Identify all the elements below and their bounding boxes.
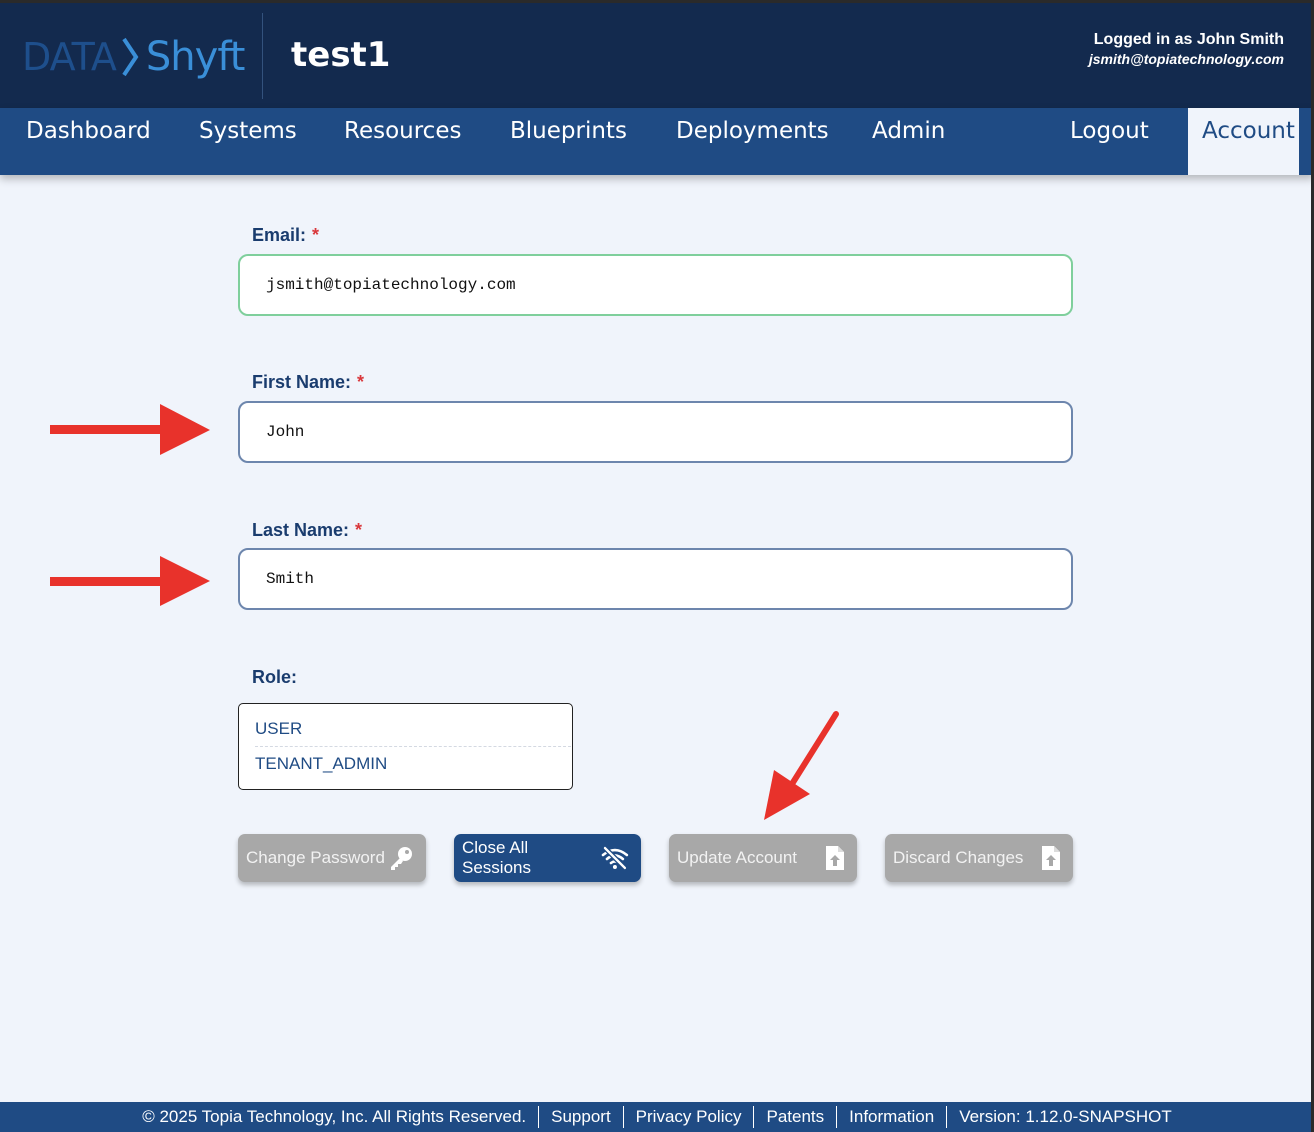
nav-account[interactable]: Account [1188, 108, 1299, 175]
footer-patents-link[interactable]: Patents [766, 1107, 824, 1127]
logged-in-as: Logged in as John Smith [1093, 31, 1284, 48]
footer-privacy-link[interactable]: Privacy Policy [636, 1107, 742, 1127]
footer-separator [836, 1106, 838, 1128]
footer-separator [753, 1106, 755, 1128]
role-option-separator [255, 746, 571, 747]
nav-systems[interactable]: Systems [199, 108, 297, 175]
first-name-field[interactable] [238, 401, 1073, 463]
wifi-slash-icon [601, 846, 629, 870]
last-name-label: Last Name: * [252, 520, 362, 541]
logo-chevron-icon [122, 37, 139, 77]
datashyft-logo[interactable]: DATA Shyft [22, 31, 245, 83]
nav-dashboard[interactable]: Dashboard [26, 108, 151, 175]
footer-separator [622, 1106, 624, 1128]
email-required-mark: * [312, 225, 320, 245]
user-info: Logged in as John Smith jsmith@topiatech… [1089, 31, 1284, 67]
email-label: Email: * [252, 225, 319, 246]
key-icon [391, 847, 412, 870]
email-label-text: Email: [252, 225, 307, 245]
user-email: jsmith@topiatechnology.com [1088, 51, 1284, 67]
tenant-name: test1 [291, 35, 391, 75]
email-field[interactable] [238, 254, 1073, 316]
footer-separator [538, 1106, 540, 1128]
annotation-arrow-right-icon [50, 556, 210, 606]
annotation-arrow-down-left-icon [764, 711, 839, 820]
change-password-label: Change Password [246, 848, 385, 867]
role-listbox[interactable]: USER TENANT_ADMIN [238, 703, 573, 790]
footer: © 2025 Topia Technology, Inc. All Rights… [0, 1102, 1314, 1132]
first-name-required-mark: * [357, 372, 365, 392]
nav-resources[interactable]: Resources [344, 108, 461, 175]
close-all-sessions-label: Close All Sessions [462, 838, 531, 877]
update-account-label: Update Account [677, 848, 798, 867]
nav-admin[interactable]: Admin [872, 108, 945, 175]
role-option-user[interactable]: USER [255, 719, 571, 739]
update-account-button[interactable]: Update Account [669, 834, 857, 882]
nav-blueprints[interactable]: Blueprints [510, 108, 627, 175]
footer-information-link[interactable]: Information [849, 1107, 934, 1127]
role-option-tenant-admin[interactable]: TENANT_ADMIN [255, 754, 571, 774]
top-header: DATA Shyft test1 Logged in as John Smith… [0, 3, 1314, 108]
file-upload-icon [826, 846, 844, 870]
footer-version: Version: 1.12.0-SNAPSHOT [959, 1107, 1172, 1126]
discard-changes-label: Discard Changes [893, 848, 1024, 867]
first-name-label-text: First Name: [252, 372, 352, 392]
nav-deployments[interactable]: Deployments [676, 108, 829, 175]
file-upload-icon [1042, 846, 1060, 870]
role-label: Role: [252, 667, 297, 687]
discard-changes-button[interactable]: Discard Changes [885, 834, 1073, 882]
footer-copyright: © 2025 Topia Technology, Inc. All Rights… [142, 1107, 527, 1126]
change-password-button[interactable]: Change Password [238, 834, 426, 882]
last-name-label-text: Last Name: [252, 520, 350, 540]
last-name-field[interactable] [238, 548, 1073, 610]
main-nav: Dashboard Systems Resources Blueprints D… [0, 108, 1314, 175]
nav-logout[interactable]: Logout [1070, 108, 1149, 175]
close-all-sessions-button[interactable]: Close All Sessions [454, 834, 641, 882]
first-name-label: First Name: * [252, 372, 364, 393]
header-divider [262, 13, 263, 99]
footer-separator [946, 1106, 948, 1128]
last-name-required-mark: * [355, 520, 363, 540]
footer-support-link[interactable]: Support [551, 1107, 611, 1127]
logo-shyft-text: Shyft [145, 34, 245, 80]
logo-data-text: DATA [22, 35, 117, 79]
annotation-arrow-right-icon [50, 404, 210, 455]
